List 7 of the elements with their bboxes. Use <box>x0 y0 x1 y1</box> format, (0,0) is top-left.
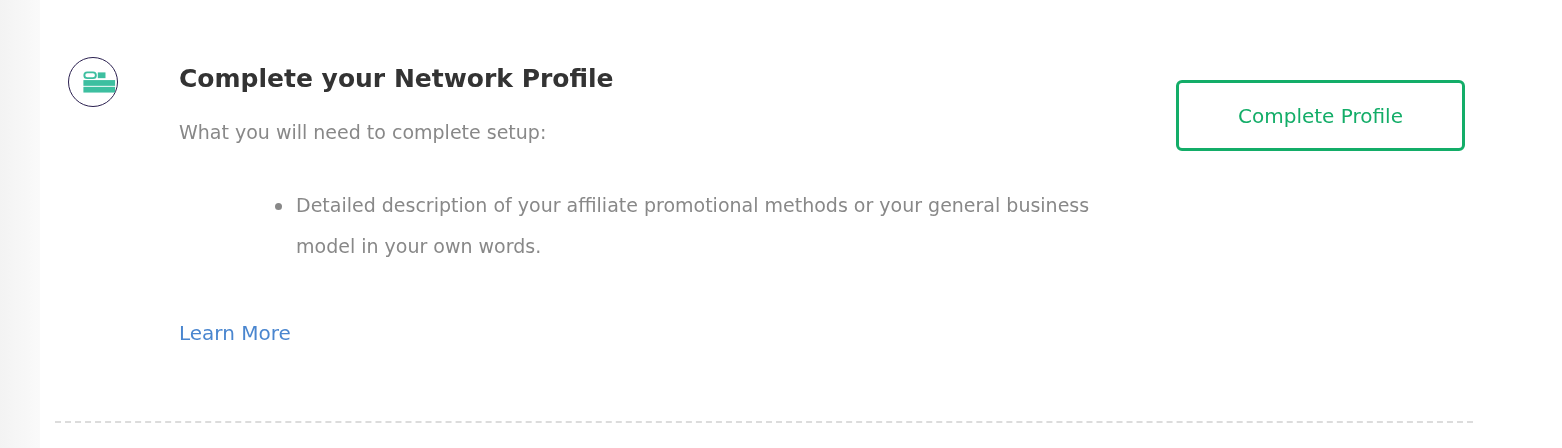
list-icon <box>68 57 118 107</box>
requirement-text: Detailed description of your affiliate promotional methods or your general business model in your own words. <box>296 193 1091 259</box>
bullet-icon <box>275 203 282 210</box>
learn-more-link[interactable]: Learn More <box>179 318 291 348</box>
task-subtitle: What you will need to complete setup: <box>179 119 548 145</box>
task-title: Complete your Network Profile <box>179 63 615 95</box>
complete-profile-button[interactable]: Complete Profile <box>1176 80 1465 151</box>
